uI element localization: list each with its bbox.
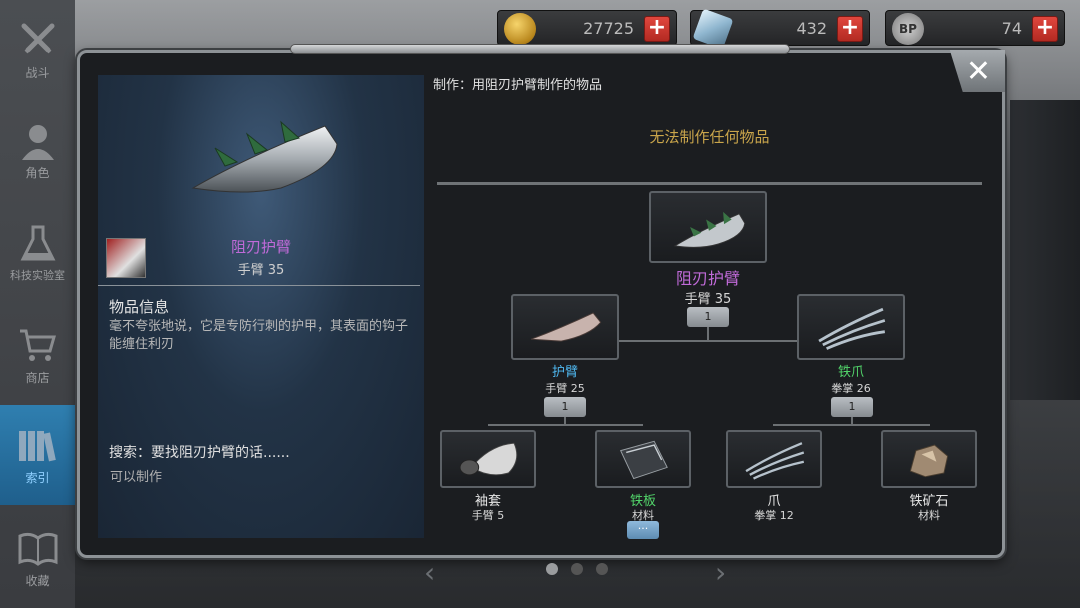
sidebar: 战斗 角色 科技实验室 商店 索引 收藏 bbox=[0, 0, 75, 608]
gold-counter: 27725 + bbox=[497, 10, 677, 46]
tree-root-name: 阻刃护臂 bbox=[675, 269, 740, 288]
add-gold-button[interactable]: + bbox=[644, 16, 670, 42]
sidebar-item-label: 角色 bbox=[25, 165, 50, 180]
bp-paw-icon: BP bbox=[892, 13, 924, 45]
crossed-swords-icon bbox=[16, 20, 60, 60]
gem-value: 432 bbox=[796, 19, 827, 38]
gem-counter: 432 + bbox=[690, 8, 870, 50]
flask-icon bbox=[16, 223, 60, 263]
bp-icon-text: BP bbox=[899, 22, 917, 36]
tree-node-iron-plate[interactable] bbox=[595, 430, 691, 488]
sidebar-item-index[interactable]: 索引 bbox=[0, 405, 75, 505]
page-dot[interactable] bbox=[571, 563, 583, 575]
gold-coin-icon bbox=[504, 13, 536, 45]
tree-node-armguard[interactable] bbox=[511, 294, 619, 360]
item-name: 阻刃护臂 bbox=[230, 238, 291, 256]
sidebar-item-label: 战斗 bbox=[25, 65, 50, 80]
tree-node-iron-ore[interactable] bbox=[881, 430, 977, 488]
item-slot: 手臂 35 bbox=[237, 263, 285, 278]
bp-counter: BP 74 + bbox=[885, 10, 1065, 46]
iron-plate-icon bbox=[620, 440, 668, 480]
bp-value: 74 bbox=[1001, 19, 1022, 38]
gold-value: 27725 bbox=[583, 19, 634, 38]
tree-leaf-sub: 拳掌 12 bbox=[754, 509, 794, 522]
bracer-icon bbox=[531, 312, 602, 342]
tree-right-slot: 拳掌 26 bbox=[831, 382, 871, 395]
close-icon: ✕ bbox=[965, 53, 991, 89]
add-bp-button[interactable]: + bbox=[1032, 16, 1058, 42]
tree-leaf-sub: 材料 bbox=[918, 509, 940, 522]
page-dot[interactable] bbox=[546, 563, 558, 575]
tree-right-qty: 1 bbox=[831, 397, 873, 417]
sidebar-item-label: 索引 bbox=[25, 470, 50, 485]
sidebar-item-label: 商店 bbox=[25, 370, 50, 385]
tree-left-name: 护臂 bbox=[551, 365, 578, 380]
prev-page-button[interactable]: ‹ bbox=[424, 556, 435, 589]
search-status: 可以制作 bbox=[110, 470, 163, 485]
tree-connector bbox=[707, 326, 709, 342]
iron-ore-icon bbox=[909, 444, 949, 478]
info-title: 物品信息 bbox=[109, 298, 170, 316]
open-book-icon bbox=[16, 528, 60, 568]
books-icon bbox=[16, 425, 60, 465]
tree-node-root[interactable] bbox=[649, 191, 767, 263]
tree-left-slot: 手臂 25 bbox=[545, 382, 585, 395]
sidebar-item-tech-lab[interactable]: 科技实验室 bbox=[0, 203, 75, 303]
tree-root-slot: 手臂 35 bbox=[684, 292, 732, 307]
add-gem-button[interactable]: + bbox=[837, 16, 863, 42]
sidebar-item-label: 科技实验室 bbox=[10, 269, 65, 282]
next-page-button[interactable]: › bbox=[715, 556, 726, 589]
claw-icon bbox=[818, 307, 886, 350]
cart-icon bbox=[16, 325, 60, 365]
craft-title: 制作：用阻刃护臂制作的物品 bbox=[433, 78, 603, 93]
sidebar-item-character[interactable]: 角色 bbox=[0, 100, 75, 200]
sleeve-icon bbox=[459, 442, 518, 476]
sidebar-item-collection[interactable]: 收藏 bbox=[0, 508, 75, 608]
item-art-image bbox=[185, 118, 345, 198]
tree-leaf-sub: 手臂 5 bbox=[471, 509, 505, 522]
craft-none-message: 无法制作任何物品 bbox=[649, 128, 770, 146]
info-description: 毫不夸张地说，它是专防行刺的护甲，其表面的钩子能缠住利刃 bbox=[109, 319, 409, 352]
sidebar-item-shop[interactable]: 商店 bbox=[0, 305, 75, 405]
search-hint: 搜索：要找阻刃护臂的话...... bbox=[109, 445, 290, 461]
page-dot[interactable] bbox=[596, 563, 608, 575]
tree-left-qty: 1 bbox=[544, 397, 586, 417]
tree-node-sleeve[interactable] bbox=[440, 430, 536, 488]
character-icon bbox=[16, 120, 60, 160]
tree-node-claw[interactable] bbox=[726, 430, 822, 488]
tree-right-name: 铁爪 bbox=[837, 365, 864, 380]
tree-root-qty: 1 bbox=[687, 307, 729, 327]
more-button[interactable]: ··· bbox=[627, 521, 659, 539]
sidebar-item-battle[interactable]: 战斗 bbox=[0, 0, 75, 100]
sidebar-item-label: 收藏 bbox=[25, 573, 50, 588]
dialog-handle bbox=[290, 44, 790, 54]
craft-separator bbox=[437, 182, 982, 185]
claw-icon bbox=[745, 442, 805, 480]
tree-node-iron-claw[interactable] bbox=[797, 294, 905, 360]
detail-divider bbox=[98, 285, 420, 286]
armguard-icon bbox=[673, 211, 746, 248]
background-panel bbox=[1010, 100, 1080, 400]
